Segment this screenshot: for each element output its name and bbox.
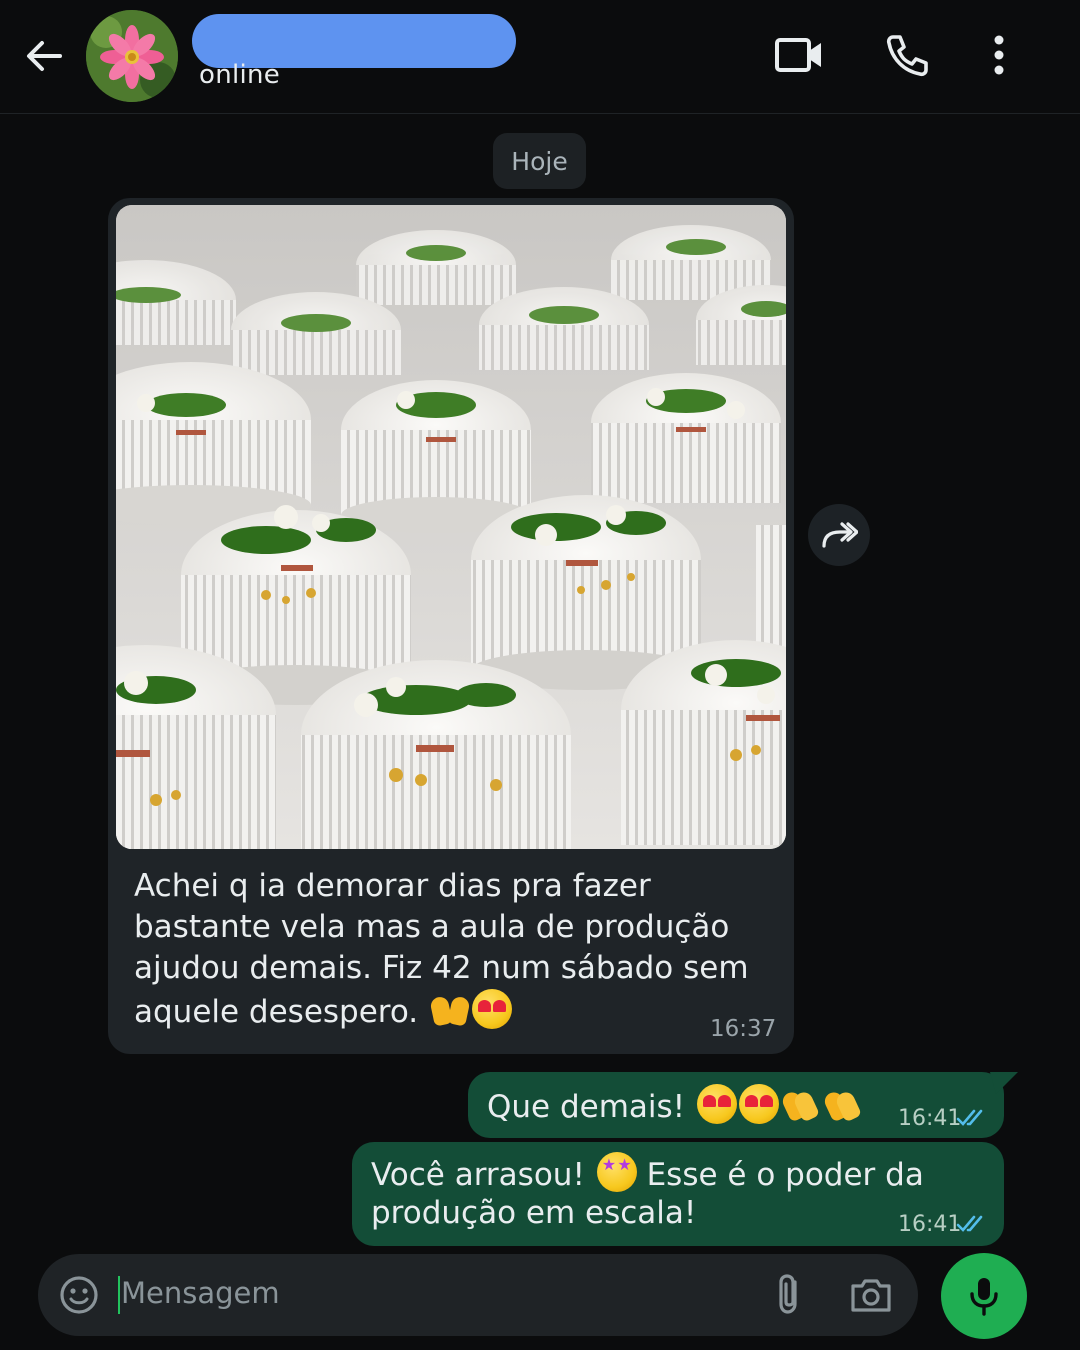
outgoing-message-bubble[interactable]: Você arrasou! Esse é o poder da produção… bbox=[352, 1142, 1004, 1246]
video-call-icon[interactable] bbox=[772, 30, 826, 80]
chat-header: online bbox=[0, 0, 1080, 114]
phone-icon[interactable] bbox=[880, 30, 934, 80]
camera-icon[interactable] bbox=[848, 1272, 894, 1318]
date-separator: Hoje bbox=[493, 133, 586, 189]
microphone-button[interactable] bbox=[941, 1253, 1027, 1339]
incoming-text-line-4: aquele desespero. bbox=[134, 989, 774, 1033]
emoji-icon[interactable] bbox=[58, 1274, 100, 1316]
back-arrow-icon[interactable] bbox=[22, 34, 66, 78]
incoming-message-time: 16:37 bbox=[710, 1016, 777, 1042]
outgoing-message-2-text-before: Você arrasou! bbox=[371, 1157, 585, 1193]
more-options-icon[interactable] bbox=[974, 30, 1024, 80]
heart-eyes-emoji bbox=[472, 989, 513, 1029]
incoming-text-line-2: bastante vela mas a aula de produção bbox=[134, 909, 730, 945]
clapping-hands-emoji bbox=[779, 1084, 821, 1124]
outgoing-message-2-line-1: Você arrasou! Esse é o poder da bbox=[371, 1152, 924, 1196]
heart-eyes-emoji bbox=[696, 1084, 737, 1124]
outgoing-message-1-time: 16:41 bbox=[898, 1106, 962, 1131]
read-ticks-icon bbox=[956, 1215, 983, 1232]
clapping-hands-emoji bbox=[821, 1084, 863, 1124]
contact-status: online bbox=[199, 60, 281, 90]
raising-hands-emoji bbox=[429, 989, 471, 1029]
candles-photo-illustration bbox=[116, 205, 786, 849]
incoming-text-line-4-text: aquele desespero. bbox=[134, 994, 419, 1030]
outgoing-message-2-time: 16:41 bbox=[898, 1212, 962, 1237]
paperclip-icon[interactable] bbox=[770, 1272, 808, 1318]
read-ticks-icon bbox=[956, 1109, 983, 1126]
heart-eyes-emoji bbox=[738, 1084, 779, 1124]
outgoing-message-2-text-after: Esse é o poder da bbox=[646, 1157, 924, 1193]
forward-icon[interactable] bbox=[808, 504, 870, 566]
bubble-tail bbox=[990, 1072, 1018, 1094]
star-struck-emoji bbox=[596, 1152, 637, 1192]
message-input[interactable]: Mensagem bbox=[121, 1276, 280, 1310]
microphone-icon bbox=[970, 1278, 998, 1316]
incoming-text-line-1: Achei q ia demorar dias pra fazer bbox=[134, 868, 651, 904]
contact-avatar[interactable] bbox=[86, 10, 178, 102]
incoming-text-line-3: ajudou demais. Fiz 42 num sábado sem bbox=[134, 950, 749, 986]
outgoing-message-bubble[interactable]: Que demais! 16:41 bbox=[468, 1072, 1004, 1138]
outgoing-message-1-words: Que demais! bbox=[487, 1089, 686, 1125]
outgoing-message-1-text: Que demais! bbox=[487, 1084, 863, 1128]
outgoing-message-2-line-2: produção em escala! bbox=[371, 1195, 697, 1231]
text-caret bbox=[118, 1276, 120, 1314]
incoming-message-text: Achei q ia demorar dias pra fazer bastan… bbox=[134, 866, 774, 1033]
message-photo[interactable] bbox=[116, 205, 786, 849]
